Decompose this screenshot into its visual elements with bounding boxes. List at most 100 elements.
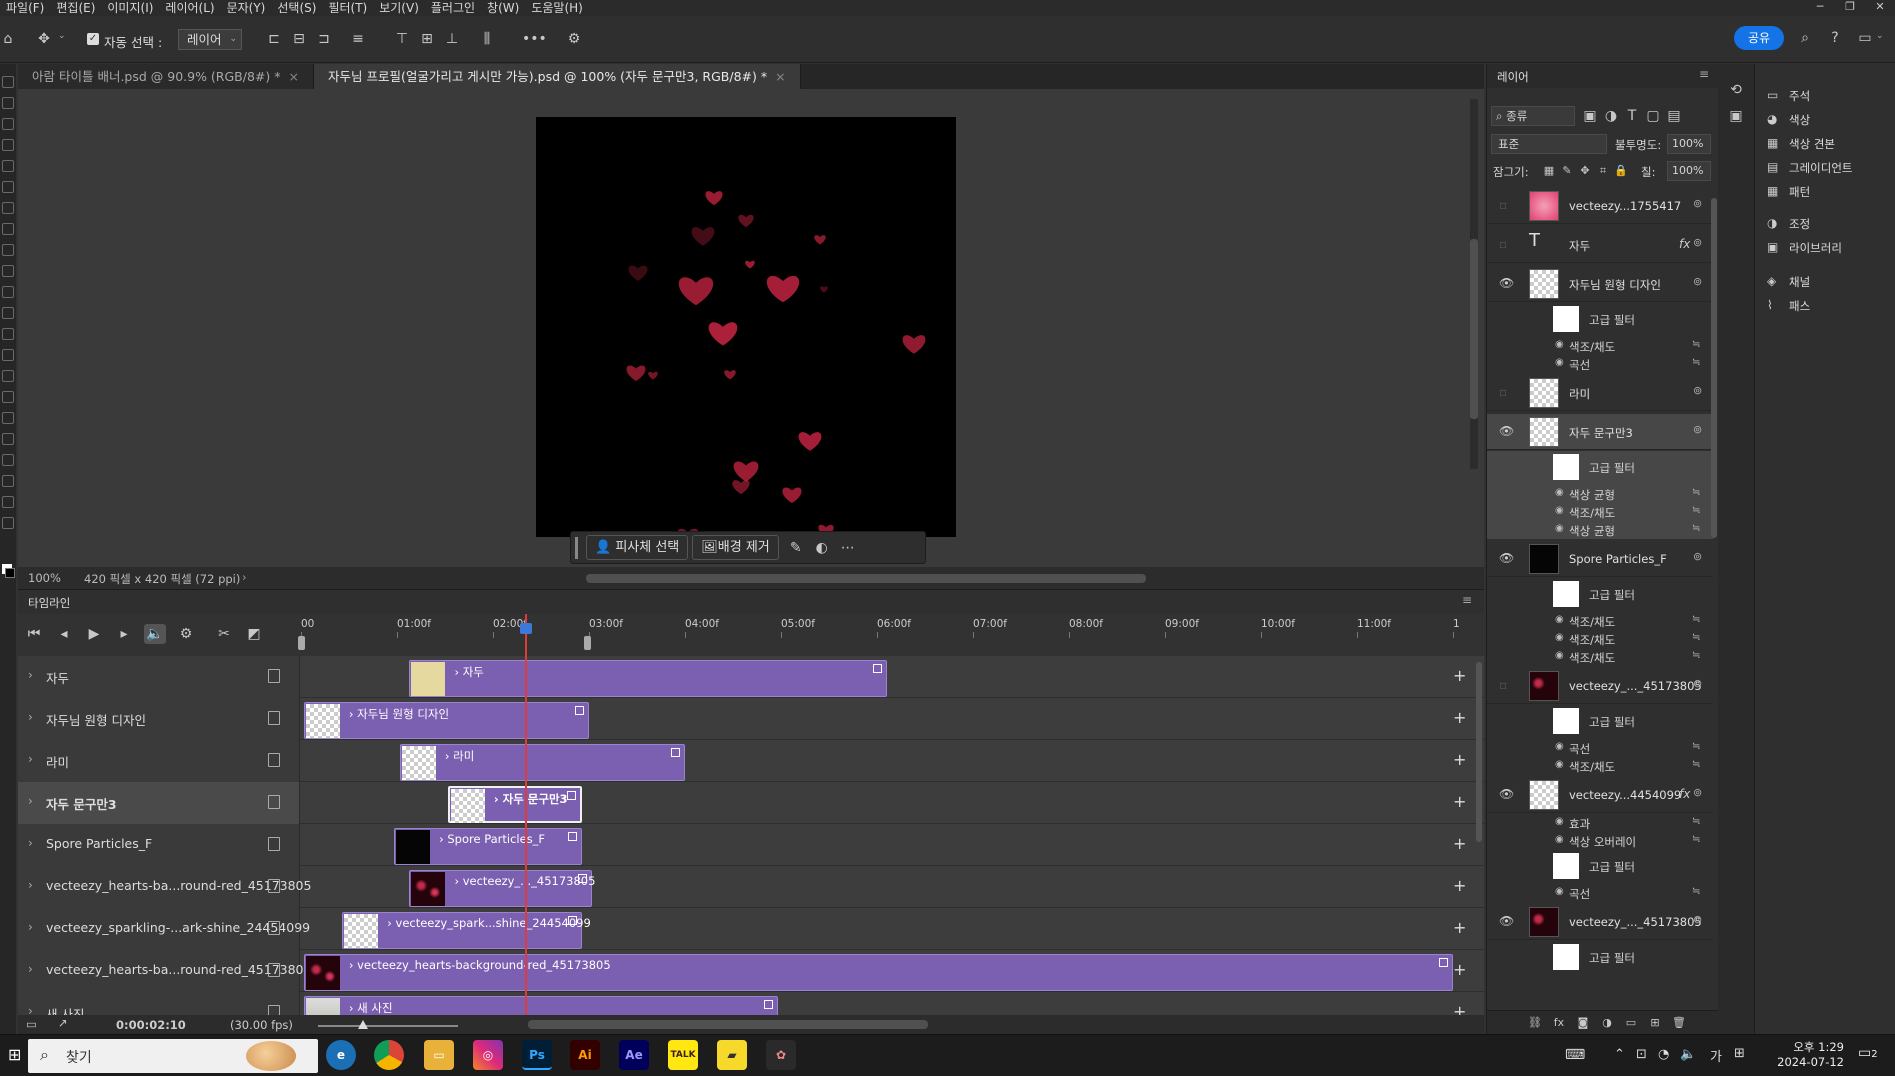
tracks-scrollbar[interactable] bbox=[1476, 662, 1482, 842]
blur-tool-icon[interactable] bbox=[2, 349, 14, 361]
image-icon[interactable]: ▣ bbox=[1726, 106, 1746, 126]
timeline-clip[interactable]: › Spore Particles_F bbox=[394, 828, 583, 865]
clip-end-icon[interactable] bbox=[670, 748, 680, 757]
scissors-icon[interactable]: ✂ bbox=[214, 624, 234, 644]
canvas-vertical-scrollbar[interactable] bbox=[1470, 99, 1478, 469]
photoshop-icon[interactable]: Ps bbox=[522, 1040, 552, 1070]
eye-icon[interactable]: ◉ bbox=[1555, 339, 1564, 350]
chevron-right-icon[interactable]: › bbox=[28, 878, 33, 892]
sticky-notes-icon[interactable]: ▰ bbox=[717, 1040, 747, 1070]
layer-row[interactable]: 👁 자두님 원형 디자인 ⊚ bbox=[1487, 266, 1713, 302]
search-icon[interactable]: ⌕ bbox=[1796, 28, 1814, 48]
panel-label-2[interactable]: 색상 견본 bbox=[1789, 136, 1835, 152]
restore-icon[interactable]: ❐ bbox=[1835, 0, 1865, 16]
menu-item[interactable]: 보기(V) bbox=[373, 0, 425, 16]
wifi-icon[interactable]: ◔ bbox=[1658, 1047, 1669, 1062]
filter-options-icon[interactable]: ≒ bbox=[1692, 357, 1700, 368]
close-icon[interactable]: ✕ bbox=[1865, 0, 1895, 16]
type-tool-icon[interactable] bbox=[2, 412, 14, 424]
add-media-icon[interactable]: + bbox=[1453, 1002, 1466, 1015]
layers-tab[interactable]: 레이어 bbox=[1497, 69, 1529, 85]
close-icon[interactable]: × bbox=[775, 69, 785, 84]
filter-type-icon[interactable]: T bbox=[1623, 106, 1641, 126]
filter-options-icon[interactable]: ≒ bbox=[1692, 834, 1700, 845]
first-frame-icon[interactable]: ⏮ bbox=[24, 624, 44, 644]
layer-row[interactable]: 👁 자두 문구만3 ⊚ bbox=[1487, 414, 1713, 450]
history-icon[interactable]: ⟲ bbox=[1726, 80, 1746, 100]
panel-menu-icon[interactable]: ≡ bbox=[1462, 593, 1472, 607]
panel-label-0[interactable]: 주석 bbox=[1789, 88, 1810, 104]
color-icon[interactable]: ◕ bbox=[1767, 112, 1783, 126]
layers-scrollbar[interactable] bbox=[1711, 198, 1717, 538]
track-label[interactable]: › vecteezy_hearts-ba...round-red_45173805 bbox=[18, 866, 311, 908]
network-icon[interactable]: ⊡ bbox=[1636, 1047, 1647, 1062]
horizontal-scrollbar-thumb[interactable] bbox=[586, 574, 1146, 583]
menu-item[interactable]: 문자(Y) bbox=[221, 0, 272, 16]
pattern-icon[interactable]: ▦ bbox=[1767, 184, 1783, 198]
windows-start-icon[interactable]: ⊞ bbox=[8, 1045, 28, 1065]
track-label[interactable]: › vecteezy_sparkling-...ark-shine_2445409… bbox=[18, 908, 310, 950]
distribute-vertical-icon[interactable]: ⫼ bbox=[479, 29, 495, 49]
audio-icon[interactable]: 🔈 bbox=[144, 624, 166, 644]
filter-pixel-icon[interactable]: ▣ bbox=[1581, 106, 1599, 126]
menu-item[interactable]: 레이어(L) bbox=[159, 0, 220, 16]
lock-position-icon[interactable]: ✥ bbox=[1577, 161, 1593, 181]
history-brush-icon[interactable] bbox=[2, 286, 14, 298]
channels-icon[interactable]: ◈ bbox=[1767, 274, 1783, 288]
menu-item[interactable]: 플러그인 bbox=[425, 0, 481, 16]
layer-effect-row[interactable]: ◉ ≒ 색조/채도 bbox=[1487, 612, 1713, 630]
menu-item[interactable]: 파일(F) bbox=[0, 0, 50, 16]
layer-row[interactable]: 👁 vecteezy...4454099 fx ⊚ bbox=[1487, 777, 1713, 813]
adjustment-layer-icon[interactable]: ◑ bbox=[1599, 1013, 1615, 1033]
eye-icon[interactable]: ▫ bbox=[1499, 198, 1507, 212]
eye-icon[interactable]: ◉ bbox=[1555, 741, 1564, 752]
filter-shape-icon[interactable]: ▢ bbox=[1644, 106, 1662, 126]
distribute-icon[interactable]: ≡ bbox=[350, 29, 366, 49]
brush-tool-icon[interactable] bbox=[2, 244, 14, 256]
move-tool-icon[interactable]: ✥ bbox=[34, 29, 54, 49]
close-icon[interactable]: × bbox=[289, 69, 299, 84]
eye-icon[interactable]: ◉ bbox=[1555, 759, 1564, 770]
panel-label-4[interactable]: 패턴 bbox=[1789, 184, 1810, 200]
taskbar-search[interactable]: ⌕ 찾기 bbox=[28, 1039, 318, 1073]
layer-effect-row[interactable]: 고급 필터 bbox=[1487, 705, 1713, 739]
clip-end-icon[interactable] bbox=[574, 706, 584, 715]
menu-item[interactable]: 창(W) bbox=[481, 0, 525, 16]
frame-tool-icon[interactable] bbox=[2, 181, 14, 193]
film-icon[interactable] bbox=[268, 711, 280, 725]
lock-transparent-icon[interactable]: ▦ bbox=[1541, 161, 1557, 181]
eyedropper-tool-icon[interactable] bbox=[2, 202, 14, 214]
menu-item[interactable]: 이미지(I) bbox=[101, 0, 159, 16]
film-icon[interactable] bbox=[268, 963, 280, 977]
eye-icon[interactable]: 👁 bbox=[1499, 914, 1514, 928]
lock-image-icon[interactable]: ✎ bbox=[1559, 161, 1575, 181]
healing-tool-icon[interactable] bbox=[2, 223, 14, 235]
layer-effect-row[interactable]: ◉ ≒ 색조/채도 bbox=[1487, 648, 1713, 666]
add-media-icon[interactable]: + bbox=[1453, 834, 1466, 853]
panel-label-1[interactable]: 색상 bbox=[1789, 112, 1810, 128]
trash-icon[interactable]: 🗑 bbox=[1671, 1013, 1687, 1033]
chevron-right-icon[interactable]: › bbox=[28, 794, 33, 808]
film-icon[interactable] bbox=[268, 1005, 280, 1015]
eye-icon[interactable]: ◉ bbox=[1555, 650, 1564, 661]
shape-tool-icon[interactable] bbox=[2, 454, 14, 466]
pen-tool-icon[interactable] bbox=[2, 391, 14, 403]
adjustment-icon[interactable]: ◑ bbox=[1767, 216, 1783, 230]
chevron-right-icon[interactable]: › bbox=[28, 836, 33, 850]
mask-icon[interactable]: ◙ bbox=[1575, 1013, 1591, 1033]
layer-effect-row[interactable]: ◉ ≒ 곡선 bbox=[1487, 739, 1713, 757]
library-icon[interactable]: ▣ bbox=[1767, 240, 1783, 254]
clip-end-icon[interactable] bbox=[567, 791, 577, 800]
work-area-end-handle[interactable] bbox=[584, 636, 591, 650]
add-media-icon[interactable]: + bbox=[1453, 666, 1466, 685]
layer-effect-row[interactable]: 고급 필터 bbox=[1487, 941, 1713, 975]
film-icon[interactable] bbox=[268, 837, 280, 851]
fx-icon[interactable]: fx bbox=[1679, 237, 1690, 251]
scrollbar-thumb[interactable] bbox=[1470, 239, 1478, 419]
chevron-right-icon[interactable]: › bbox=[28, 668, 33, 682]
eye-icon[interactable]: ◉ bbox=[1555, 886, 1564, 897]
chevron-right-icon[interactable]: › bbox=[28, 752, 33, 766]
after-effects-icon[interactable]: Ae bbox=[619, 1040, 649, 1070]
illustrator-icon[interactable]: Ai bbox=[570, 1040, 600, 1070]
filter-options-icon[interactable]: ≒ bbox=[1692, 816, 1700, 827]
